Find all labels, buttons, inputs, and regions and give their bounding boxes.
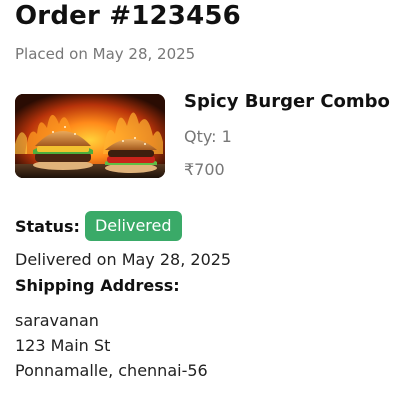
order-item: Spicy Burger Combo Qty: 1 ₹700 bbox=[15, 91, 416, 186]
address-line-street: 123 Main St bbox=[15, 336, 111, 355]
status-row: Status: Delivered bbox=[15, 210, 182, 242]
order-title: Order #123456 bbox=[15, 1, 241, 31]
order-details: Order #123456 Placed on May 28, 2025 Spi… bbox=[15, 0, 416, 400]
item-name: Spicy Burger Combo bbox=[184, 91, 390, 112]
address-line-city: Ponnamalle, chennai-56 bbox=[15, 361, 208, 380]
shipping-address: saravanan 123 Main St Ponnamalle, chenna… bbox=[15, 308, 208, 383]
shipping-address-label: Shipping Address: bbox=[15, 276, 180, 295]
address-line-name: saravanan bbox=[15, 311, 99, 330]
status-badge: Delivered bbox=[84, 211, 182, 241]
delivered-on-date: Delivered on May 28, 2025 bbox=[15, 250, 232, 269]
item-quantity: Qty: 1 bbox=[184, 127, 232, 146]
burger-photo-icon bbox=[15, 94, 165, 178]
item-price: ₹700 bbox=[184, 160, 225, 179]
status-label: Status: bbox=[15, 216, 80, 236]
placed-on-date: Placed on May 28, 2025 bbox=[15, 45, 196, 63]
